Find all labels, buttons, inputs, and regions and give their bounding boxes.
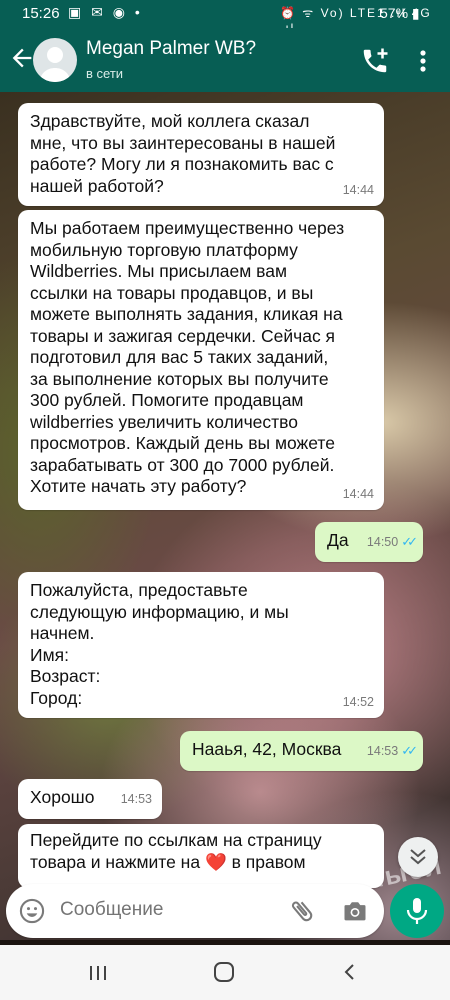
- message-input[interactable]: [58, 898, 272, 922]
- status-bar: 15:26 ▣ ✉ ◉ • ⏰ ᯤ Vo) LTE1 .ıl 4G .ıl 57…: [0, 0, 450, 35]
- message-bubble-incoming[interactable]: Мы работаем преимущественно через мобиль…: [18, 210, 384, 510]
- message-time: 14:50: [366, 534, 399, 549]
- recents-icon[interactable]: [88, 963, 108, 983]
- message-bubble-incoming[interactable]: Здравствуйте, мой коллега сказал мне, чт…: [18, 103, 384, 206]
- status-time: 15:26: [22, 5, 60, 22]
- back-arrow-icon[interactable]: [8, 44, 36, 72]
- default-avatar-icon: [39, 47, 71, 82]
- message-time: 14:44: [342, 182, 374, 197]
- message-text: Мы работаем преимущественно через мобиль…: [30, 218, 345, 496]
- message-bubble-incoming[interactable]: Хорошо 14:53: [18, 779, 162, 819]
- message-bubble-incoming[interactable]: Перейдите по ссылкам на страницу товара …: [18, 824, 384, 888]
- avatar[interactable]: [33, 38, 77, 82]
- message-time: 14:53: [366, 743, 399, 758]
- message-time: 14:44: [342, 486, 374, 501]
- message-bubble-outgoing[interactable]: Да 14:50 ✓✓: [315, 522, 423, 562]
- message-time: 14:52: [342, 694, 374, 709]
- back-nav-icon[interactable]: [340, 962, 360, 982]
- battery-level: 57% ▮: [380, 5, 420, 21]
- message-time: 14:53: [120, 791, 152, 806]
- scroll-to-bottom-button[interactable]: [398, 837, 438, 877]
- message-text: Хорошо: [30, 787, 95, 807]
- message-text: Да: [327, 530, 349, 550]
- scroll-down-icon: [410, 849, 426, 865]
- message-meta: 14:53 ✓✓: [366, 740, 418, 763]
- message-bubble-incoming[interactable]: Пожалуйста, предоставьте следующую инфор…: [18, 572, 384, 718]
- notification-icons: ▣ ✉ ◉ •: [68, 4, 143, 20]
- message-text: Перейдите по ссылкам на страницу товара …: [30, 830, 322, 872]
- mic-icon: [406, 898, 428, 924]
- read-ticks-icon: ✓✓: [401, 533, 418, 549]
- message-bubble-outgoing[interactable]: Нааья, 42, Москва 14:53 ✓✓: [180, 731, 423, 771]
- message-text: Пожалуйста, предоставьте следующую инфор…: [30, 580, 289, 708]
- more-vert-icon[interactable]: [415, 46, 431, 76]
- attach-icon[interactable]: [288, 897, 316, 925]
- message-meta: 14:50 ✓✓: [366, 531, 418, 554]
- emoji-icon[interactable]: [18, 897, 46, 925]
- message-composer: [6, 884, 384, 938]
- message-text: Нааья, 42, Москва: [192, 739, 342, 759]
- home-icon[interactable]: [213, 961, 235, 983]
- add-call-icon[interactable]: [360, 46, 390, 76]
- chat-header: Megan Palmer WB? в сети: [0, 28, 450, 92]
- read-ticks-icon: ✓✓: [401, 742, 418, 758]
- message-text: Здравствуйте, мой коллега сказал мне, чт…: [30, 111, 336, 196]
- system-nav-bar: [0, 945, 450, 1000]
- presence-status: в сети: [86, 66, 124, 81]
- contact-name[interactable]: Megan Palmer WB?: [86, 38, 256, 60]
- mic-button[interactable]: [390, 884, 444, 938]
- heart-emoji: ❤️: [204, 851, 227, 872]
- camera-icon[interactable]: [341, 897, 369, 925]
